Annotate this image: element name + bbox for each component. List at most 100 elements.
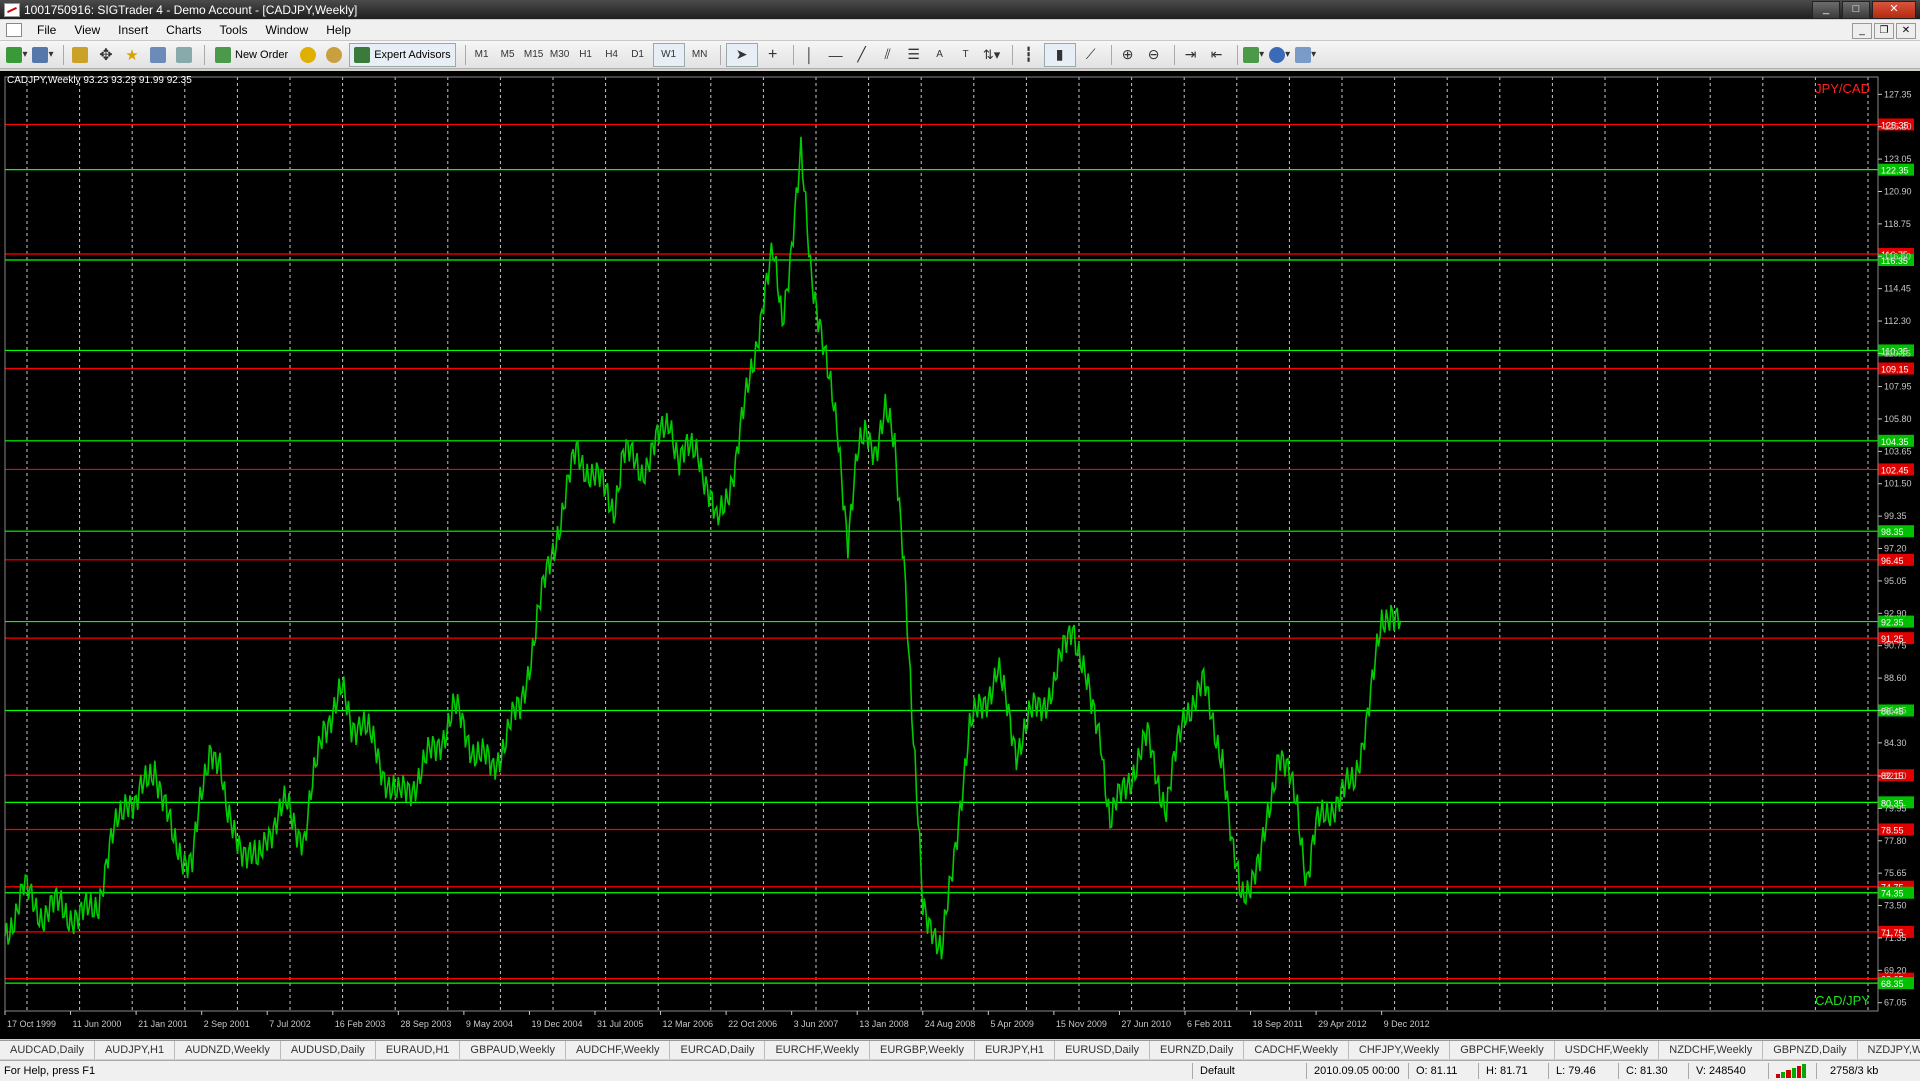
terminal-icon[interactable] xyxy=(147,44,169,66)
tab-eurjpy[interactable]: EURJPY,H1 xyxy=(975,1041,1056,1059)
menu-window[interactable]: Window xyxy=(257,20,318,40)
trendline-icon[interactable]: ╱ xyxy=(851,44,873,66)
tab-gbpnzd[interactable]: GBPNZD,Daily xyxy=(1763,1041,1858,1059)
tab-eurusd[interactable]: EURUSD,Daily xyxy=(1055,1041,1151,1059)
price-tick-label: 105.80 xyxy=(1884,414,1912,424)
tab-eurnzd[interactable]: EURNZD,Daily xyxy=(1150,1041,1245,1059)
tab-audcad[interactable]: AUDCAD,Daily xyxy=(0,1041,95,1059)
price-tick-label: 86.45 xyxy=(1884,705,1907,715)
menu-tools[interactable]: Tools xyxy=(211,20,257,40)
time-tick-label: 5 Apr 2009 xyxy=(990,1019,1034,1029)
text-icon[interactable]: A xyxy=(929,44,951,66)
fibonacci-icon[interactable]: ☰ xyxy=(903,44,925,66)
child-restore-button[interactable]: ❐ xyxy=(1874,23,1894,39)
status-volume: V: 248540 xyxy=(1696,1065,1746,1077)
new-order-button[interactable]: New Order xyxy=(210,43,293,67)
profiles-button[interactable]: ▾ xyxy=(32,44,54,66)
data-window-icon[interactable]: ✥ xyxy=(95,44,117,66)
price-label: 68.35 xyxy=(1881,979,1904,989)
timeframe-mn[interactable]: MN xyxy=(689,44,711,66)
timeframe-m1[interactable]: M1 xyxy=(471,44,493,66)
timeframe-w1[interactable]: W1 xyxy=(652,42,685,67)
zoom-in-icon[interactable]: ⊕ xyxy=(1117,44,1139,66)
time-tick-label: 11 Jun 2000 xyxy=(73,1019,122,1029)
timeframe-d1[interactable]: D1 xyxy=(627,44,649,66)
maximize-button[interactable]: □ xyxy=(1842,1,1870,19)
menu-view[interactable]: View xyxy=(65,20,109,40)
child-close-button[interactable]: ✕ xyxy=(1896,23,1916,39)
price-label: 78.55 xyxy=(1881,825,1904,835)
tab-chfjpy[interactable]: CHFJPY,Weekly xyxy=(1349,1041,1451,1059)
strategy-tester-icon[interactable] xyxy=(173,44,195,66)
minimize-button[interactable]: _ xyxy=(1812,1,1840,19)
menu-charts[interactable]: Charts xyxy=(157,20,210,40)
cad-jpy-label: CAD/JPY xyxy=(1815,993,1870,1008)
bar-chart-icon[interactable]: ┇ xyxy=(1018,44,1040,66)
expert-advisors-button[interactable]: Expert Advisors xyxy=(349,42,456,67)
price-axis: 125.35122.35116.75116.35110.35109.15104.… xyxy=(4,76,1914,1012)
experts-icon[interactable] xyxy=(323,44,345,66)
timeframe-h4[interactable]: H4 xyxy=(601,44,623,66)
price-tick-label: 97.20 xyxy=(1884,544,1907,554)
price-chart[interactable]: JPY/CAD CAD/JPY 125.35122.35116.75116.35… xyxy=(0,71,1920,1039)
price-label: 98.35 xyxy=(1881,527,1904,537)
line-chart-icon[interactable]: ⟋ xyxy=(1080,44,1102,66)
candlestick-icon[interactable]: ▮ xyxy=(1043,42,1076,67)
autoscroll-icon[interactable]: ⇥ xyxy=(1180,44,1202,66)
chart-info: CADJPY,Weekly 93.23 93.23 91.99 92.35 xyxy=(7,75,192,86)
menu-file[interactable]: File xyxy=(28,20,65,40)
tab-nzdjpy[interactable]: NZDJPY,Weekly xyxy=(1858,1041,1920,1059)
status-low: L: 79.46 xyxy=(1556,1065,1596,1077)
chart-document-icon[interactable] xyxy=(6,23,22,37)
timeframe-m5[interactable]: M5 xyxy=(497,44,519,66)
menu-help[interactable]: Help xyxy=(317,20,360,40)
tab-nzdchf[interactable]: NZDCHF,Weekly xyxy=(1659,1041,1764,1059)
time-tick-label: 12 Mar 2006 xyxy=(663,1019,714,1029)
timeframe-h1[interactable]: H1 xyxy=(575,44,597,66)
tab-eurcad[interactable]: EURCAD,Daily xyxy=(670,1041,766,1059)
market-watch-icon[interactable] xyxy=(69,44,91,66)
tab-audusd[interactable]: AUDUSD,Daily xyxy=(281,1041,376,1059)
periods-icon[interactable]: ▾ xyxy=(1269,44,1291,66)
tab-euraud[interactable]: EURAUD,H1 xyxy=(376,1041,461,1059)
crosshair-icon[interactable]: + xyxy=(762,44,784,66)
time-tick-label: 13 Jan 2008 xyxy=(859,1019,909,1029)
tab-gbpaud[interactable]: GBPAUD,Weekly xyxy=(460,1041,566,1059)
chart-shift-icon[interactable]: ⇤ xyxy=(1206,44,1228,66)
price-label: 109.15 xyxy=(1881,364,1909,374)
tab-eurgbp[interactable]: EURGBP,Weekly xyxy=(870,1041,975,1059)
price-label: 74.35 xyxy=(1881,889,1904,899)
new-chart-button[interactable]: ▾ xyxy=(6,44,28,66)
cursor-icon[interactable]: ➤ xyxy=(725,42,758,67)
tab-usdchf[interactable]: USDCHF,Weekly xyxy=(1555,1041,1660,1059)
navigator-icon[interactable]: ★ xyxy=(121,44,143,66)
time-tick-label: 9 May 2004 xyxy=(466,1019,513,1029)
arrows-icon[interactable]: ⇅▾ xyxy=(981,44,1003,66)
metaeditor-icon[interactable] xyxy=(297,44,319,66)
price-tick-label: 110.15 xyxy=(1884,348,1911,358)
tab-cadchf[interactable]: CADCHF,Weekly xyxy=(1244,1041,1349,1059)
tab-audjpy[interactable]: AUDJPY,H1 xyxy=(95,1041,176,1059)
menu-insert[interactable]: Insert xyxy=(109,20,157,40)
price-tick-label: 67.05 xyxy=(1884,998,1907,1008)
channel-icon[interactable]: ⫽ xyxy=(877,44,899,66)
connection-bars-icon[interactable] xyxy=(1776,1064,1807,1078)
timeframe-m15[interactable]: M15 xyxy=(523,44,545,66)
chart-window[interactable]: JPY/CAD CAD/JPY 125.35122.35116.75116.35… xyxy=(0,71,1920,1039)
tab-audchf[interactable]: AUDCHF,Weekly xyxy=(566,1041,671,1059)
indicators-icon[interactable]: ▾ xyxy=(1243,44,1265,66)
timeframe-m30[interactable]: M30 xyxy=(549,44,571,66)
price-tick-label: 77.80 xyxy=(1884,836,1907,846)
tab-eurchf[interactable]: EURCHF,Weekly xyxy=(765,1041,870,1059)
tab-audnzd[interactable]: AUDNZD,Weekly xyxy=(175,1041,281,1059)
child-minimize-button[interactable]: _ xyxy=(1852,23,1872,39)
templates-icon[interactable]: ▾ xyxy=(1295,44,1317,66)
time-tick-label: 21 Jan 2001 xyxy=(138,1019,188,1029)
close-button[interactable]: ✕ xyxy=(1872,1,1916,19)
vertical-line-icon[interactable]: │ xyxy=(799,44,821,66)
horizontal-line-icon[interactable]: — xyxy=(825,44,847,66)
price-label: 104.35 xyxy=(1881,437,1909,447)
zoom-out-icon[interactable]: ⊖ xyxy=(1143,44,1165,66)
tab-gbpchf[interactable]: GBPCHF,Weekly xyxy=(1450,1041,1555,1059)
text-label-icon[interactable]: T xyxy=(955,44,977,66)
